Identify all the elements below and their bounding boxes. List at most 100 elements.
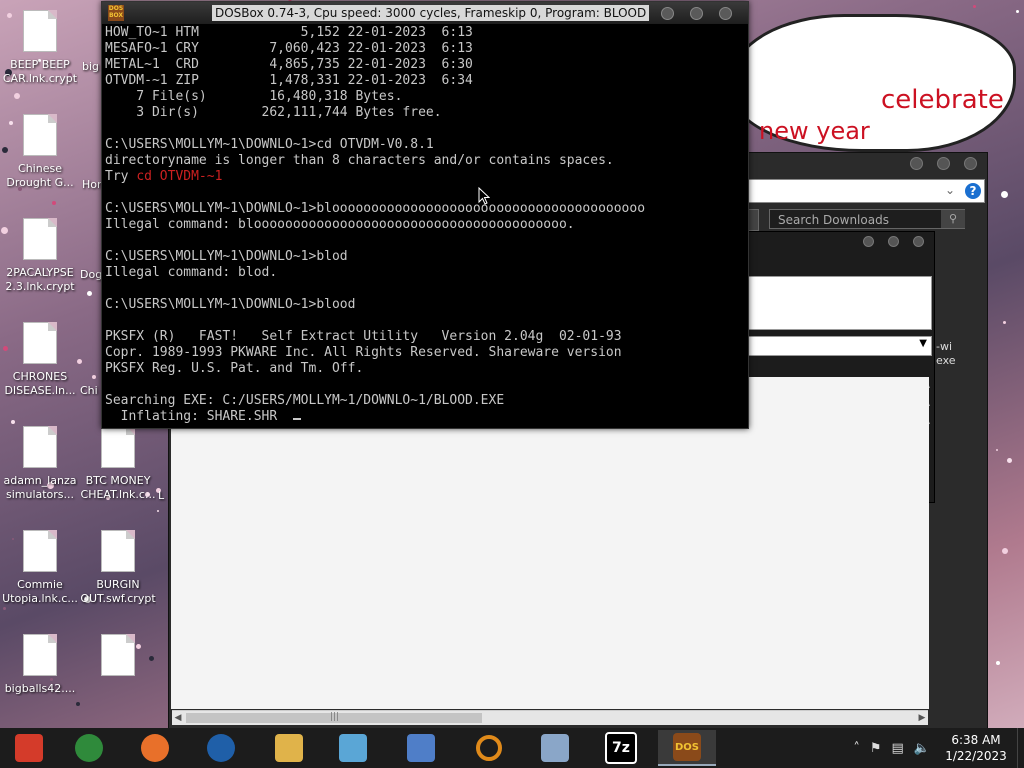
desktop-icon-label: Chinese Drought G... — [6, 162, 74, 189]
minimize-button[interactable] — [910, 157, 923, 170]
close-button[interactable] — [913, 236, 924, 247]
desktop-icon-label: Commie Utopia.lnk.c... — [2, 578, 78, 605]
terminal-line: C:\USERS\MOLLYM~1\DOWNLO~1>cd OTVDM-V0.8… — [105, 137, 434, 152]
taskbar-obama-button[interactable] — [192, 730, 250, 766]
scroll-left-icon[interactable]: ◀ — [172, 711, 184, 725]
dropdown-arrow-icon: ▼ — [919, 338, 927, 349]
dosbox-window[interactable]: DOS BOX DOSBox 0.74-3, Cpu speed: 3000 c… — [101, 1, 749, 429]
window-controls — [910, 157, 977, 170]
terminal-line: Inflating: SHARE.SHR — [105, 409, 745, 425]
terminal-line: PKSFX Reg. U.S. Pat. and Tm. Off. — [105, 361, 364, 376]
terminal-line: MESAFO~1 CRY 7,060,423 22-01-2023 6:13 — [105, 41, 473, 56]
terminal-line: Copr. 1989-1993 PKWARE Inc. All Rights R… — [105, 345, 622, 360]
maximize-button[interactable] — [690, 7, 703, 20]
dosbox-icon: DOS — [673, 733, 701, 761]
chevron-down-icon[interactable]: ⌄ — [945, 183, 955, 197]
taskbar-dosbox-button[interactable]: DOS — [658, 730, 716, 766]
file-icon — [101, 426, 135, 468]
file-icon — [23, 426, 57, 468]
desktop-icon[interactable]: BEEP BEEP CAR.lnk.crypt — [2, 10, 78, 86]
flag-icon[interactable]: ⚑ — [870, 741, 882, 756]
chrome-icon — [75, 734, 103, 762]
clock-date: 1/22/2023 — [945, 749, 1007, 763]
diamond-icon — [407, 734, 435, 762]
start-button-icon — [15, 734, 43, 762]
chevron-up-icon[interactable]: ˄ — [853, 741, 860, 756]
dosbox-logo-icon: DOS BOX — [108, 5, 124, 21]
minimize-button[interactable] — [661, 7, 674, 20]
file-icon — [23, 114, 57, 156]
taskbar-7zip-button[interactable]: 7z — [592, 730, 650, 766]
taskbar-notepad-button[interactable] — [324, 730, 382, 766]
desktop-icon-label: BTC MONEY CHEAT.lnk.c... — [80, 474, 156, 501]
desktop-icon-label-partial: big — [82, 60, 100, 73]
7zip-icon: 7z — [605, 732, 637, 764]
dropdown-select[interactable]: ▼ — [748, 336, 932, 356]
window-controls — [863, 236, 924, 247]
clock[interactable]: 6:38 AM 1/22/2023 — [941, 732, 1011, 764]
network-icon[interactable]: ▤ — [892, 741, 904, 756]
desktop-icon[interactable]: adamn_lanza simulators... — [2, 426, 78, 502]
text-cursor — [292, 418, 301, 420]
volume-icon[interactable]: 🔈 — [914, 741, 930, 756]
desktop-icon[interactable]: Chinese Drought G... — [2, 114, 78, 190]
desktop-icon-label-partial: Chi — [80, 384, 98, 397]
terminal-line: Searching EXE: C:/USERS/MOLLYM~1/DOWNLO~… — [105, 393, 505, 408]
dosbox-title: DOSBox 0.74-3, Cpu speed: 3000 cycles, F… — [212, 5, 650, 21]
search-icon[interactable]: ⚲ — [941, 210, 965, 228]
bubble-line-4: new year — [759, 117, 870, 145]
desktop-icon[interactable] — [80, 634, 156, 682]
desktop-icon[interactable]: Commie Utopia.lnk.c... — [2, 530, 78, 606]
side-file-label: -wi exe — [936, 340, 956, 367]
taskbar-search-button[interactable] — [460, 730, 518, 766]
maximize-button[interactable] — [888, 236, 899, 247]
file-explorer-icon — [275, 734, 303, 762]
terminal-line: Try cd OTVDM-~1 — [105, 169, 223, 184]
terminal-line: OTVDM-~1 ZIP 1,478,331 22-01-2023 6:34 — [105, 73, 473, 88]
search-input[interactable]: Search Downloads — [769, 209, 965, 229]
horizontal-scrollbar[interactable]: ◀ ||| ▶ — [172, 710, 928, 725]
preview-panel — [748, 276, 932, 330]
file-icon — [101, 530, 135, 572]
dosbox-titlebar[interactable]: DOS BOX DOSBox 0.74-3, Cpu speed: 3000 c… — [102, 2, 748, 24]
terminal-line: Illegal command: blod. — [105, 265, 278, 280]
desktop-icon-label: 2PACALYPSE 2.3.lnk.crypt — [5, 266, 75, 293]
terminal-line: METAL~1 CRD 4,865,735 22-01-2023 6:30 — [105, 57, 473, 72]
taskbar-firefox-button[interactable] — [126, 730, 184, 766]
desktop-icon-label: BURGIN OUT.swf.crypt — [80, 578, 156, 605]
close-button[interactable] — [964, 157, 977, 170]
desktop-icon-label-partial: Dog — [80, 268, 103, 281]
window-controls — [661, 7, 732, 20]
dos-terminal-output[interactable]: HOW_TO~1 HTM 5,152 22-01-2023 6:13 MESAFO… — [105, 25, 745, 425]
terminal-line: C:\USERS\MOLLYM~1\DOWNLO~1>blood — [105, 297, 356, 312]
show-desktop-button[interactable] — [1017, 728, 1024, 768]
wallpaper-speech-bubble: celebrate new year — [730, 14, 1016, 152]
help-icon[interactable]: ? — [965, 183, 981, 199]
taskbar-file-explorer-button[interactable] — [260, 730, 318, 766]
desktop-icon[interactable]: BTC MONEY CHEAT.lnk.c... — [80, 426, 156, 502]
taskbar-diamond-button[interactable] — [392, 730, 450, 766]
desktop-icon[interactable]: CHRONES DISEASE.ln... — [2, 322, 78, 398]
close-button[interactable] — [719, 7, 732, 20]
desktop-icon[interactable]: BURGIN OUT.swf.crypt — [80, 530, 156, 606]
clock-time: 6:38 AM — [951, 733, 1001, 747]
maximize-button[interactable] — [937, 157, 950, 170]
desktop-icon[interactable]: 2PACALYPSE 2.3.lnk.crypt — [2, 218, 78, 294]
taskbar-start-button-button[interactable] — [0, 730, 58, 766]
taskbar: 7z DOS ˄ ⚑ ▤ 🔈 6:38 AM 1/22/2023 — [0, 728, 1024, 768]
file-icon — [23, 634, 57, 676]
terminal-line: 7 File(s) 16,480,318 Bytes. — [105, 89, 403, 104]
taskbar-chrome-button[interactable] — [60, 730, 118, 766]
taskbar-control-panel-button[interactable] — [526, 730, 584, 766]
minimize-button[interactable] — [863, 236, 874, 247]
desktop-icon-label-partial: L — [158, 489, 165, 502]
file-icon — [23, 218, 57, 260]
terminal-line: C:\USERS\MOLLYM~1\DOWNLO~1>blod — [105, 249, 348, 264]
desktop-icon[interactable]: bigballs42.... — [2, 634, 78, 696]
file-icon — [101, 634, 135, 676]
scroll-right-icon[interactable]: ▶ — [916, 711, 928, 725]
